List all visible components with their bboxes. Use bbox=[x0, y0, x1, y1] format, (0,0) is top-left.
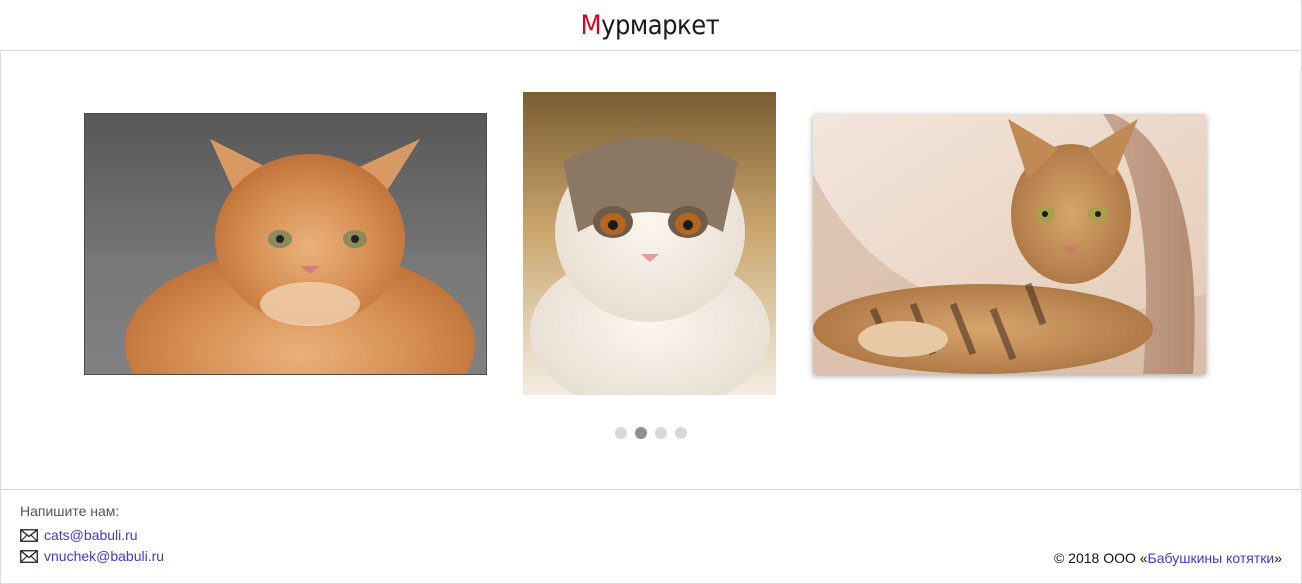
copyright-prefix: © 2018 ООО « bbox=[1053, 550, 1148, 566]
carousel-dot-2-active[interactable] bbox=[635, 427, 647, 439]
contact-email-1: cats@babuli.ru bbox=[20, 527, 138, 543]
email-link-vnuchek[interactable]: vnuchek@babuli.ru bbox=[44, 548, 164, 564]
bengal-cat-photo-icon bbox=[813, 114, 1206, 374]
white-fluffy-cat-photo-icon bbox=[523, 92, 776, 395]
carousel-slide-1[interactable] bbox=[84, 113, 487, 375]
logo-text: урмаркет bbox=[601, 9, 720, 41]
copyright: © 2018 ООО «Бабушкины котятки» bbox=[1054, 550, 1282, 566]
email-link-cats[interactable]: cats@babuli.ru bbox=[44, 527, 138, 543]
contact-email-2: vnuchek@babuli.ru bbox=[20, 548, 164, 564]
mail-icon bbox=[20, 549, 38, 563]
carousel-dot-3[interactable] bbox=[655, 427, 667, 439]
carousel-dot-1[interactable] bbox=[615, 427, 627, 439]
carousel-slide-3[interactable] bbox=[813, 114, 1206, 374]
site-logo[interactable]: Мурмаркет bbox=[581, 12, 720, 39]
carousel-dot-4[interactable] bbox=[675, 427, 687, 439]
logo-first-letter: М bbox=[580, 9, 602, 41]
footer: Напишите нам: cats@babuli.ru vnuchek@bab… bbox=[0, 489, 1300, 583]
mail-icon bbox=[20, 528, 38, 542]
header: Мурмаркет bbox=[0, 0, 1300, 51]
company-link[interactable]: Бабушкины котятки bbox=[1148, 550, 1275, 566]
ginger-longhair-cat-photo-icon bbox=[85, 114, 486, 374]
carousel-pagination bbox=[615, 427, 687, 439]
carousel-slide-2[interactable] bbox=[523, 92, 776, 395]
copyright-suffix: » bbox=[1274, 550, 1282, 566]
contact-label: Напишите нам: bbox=[20, 503, 120, 519]
